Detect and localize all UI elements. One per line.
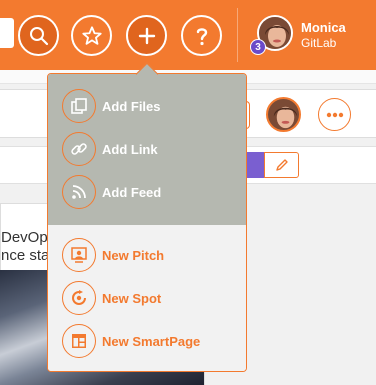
menu-label: New Spot — [102, 290, 162, 306]
create-content-section: New Pitch New Spot New SmartPage — [48, 225, 246, 371]
ellipsis-icon — [326, 112, 343, 117]
top-bar: 3 Monica GitLab — [0, 0, 376, 70]
menu-label: Add Feed — [102, 184, 162, 200]
menu-item-new-spot[interactable]: New Spot — [62, 281, 161, 315]
menu-label: New Pitch — [102, 247, 165, 263]
edit-button[interactable] — [264, 152, 299, 178]
favorites-button[interactable] — [71, 15, 112, 56]
search-button[interactable] — [18, 15, 59, 56]
menu-label: New SmartPage — [102, 333, 201, 349]
view-toggle[interactable] — [244, 152, 264, 178]
menu-label: Add Files — [102, 98, 161, 114]
smartpage-icon — [62, 324, 96, 358]
menu-item-new-pitch[interactable]: New Pitch — [62, 238, 164, 272]
spot-icon — [62, 281, 96, 315]
plus-icon — [138, 27, 155, 44]
notification-badge: 3 — [250, 39, 266, 55]
user-name[interactable]: Monica — [301, 20, 346, 35]
add-button[interactable] — [126, 15, 167, 56]
help-icon — [196, 27, 207, 45]
star-icon — [81, 25, 102, 45]
menu-item-add-link[interactable]: Add Link — [62, 132, 158, 166]
author-avatar[interactable] — [266, 97, 301, 132]
pencil-icon — [275, 159, 288, 171]
menu-item-add-files[interactable]: Add Files — [62, 89, 161, 123]
user-org[interactable]: GitLab — [301, 36, 336, 50]
menu-item-new-smartpage[interactable]: New SmartPage — [62, 324, 200, 358]
pitch-icon — [62, 238, 96, 272]
menu-item-add-feed[interactable]: Add Feed — [62, 175, 161, 209]
help-button[interactable] — [181, 15, 222, 56]
rss-feed-icon — [62, 175, 96, 209]
menu-label: Add Link — [102, 141, 158, 157]
add-content-section: Add Files Add Link Add Feed — [48, 74, 246, 225]
files-icon — [62, 89, 96, 123]
search-icon — [29, 26, 48, 45]
add-content-dropdown: Add Files Add Link Add Feed New Pitch Ne… — [47, 73, 247, 372]
search-input[interactable] — [0, 18, 14, 48]
link-icon — [62, 132, 96, 166]
more-options-button[interactable] — [318, 98, 351, 131]
header-divider — [237, 8, 238, 62]
